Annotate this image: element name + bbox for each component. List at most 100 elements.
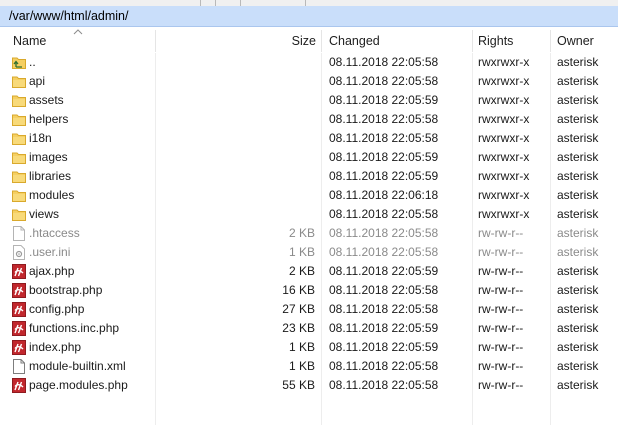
php-file-icon — [12, 302, 26, 317]
file-rights: rwxrwxr-x — [478, 169, 530, 183]
file-size — [200, 91, 315, 110]
file-size — [200, 53, 315, 72]
file-changed: 08.11.2018 22:05:58 — [329, 283, 439, 297]
column-header-changed[interactable]: Changed — [329, 27, 380, 53]
file-changed: 08.11.2018 22:05:59 — [329, 340, 439, 354]
xml-file-icon — [12, 359, 26, 374]
file-size — [200, 148, 315, 167]
file-changed: 08.11.2018 22:05:58 — [329, 112, 439, 126]
file-name: views — [29, 207, 60, 221]
file-row[interactable]: .htaccess 2 KB 08.11.2018 22:05:58 rw-rw… — [0, 224, 618, 243]
file-row[interactable]: libraries 08.11.2018 22:05:59 rwxrwxr-x … — [0, 167, 618, 186]
file-changed: 08.11.2018 22:05:58 — [329, 378, 439, 392]
file-changed: 08.11.2018 22:05:58 — [329, 245, 439, 259]
file-owner: asterisk — [557, 359, 599, 373]
file-row[interactable]: ajax.php 2 KB 08.11.2018 22:05:59 rw-rw-… — [0, 262, 618, 281]
file-row[interactable]: bootstrap.php 16 KB 08.11.2018 22:05:58 … — [0, 281, 618, 300]
file-row[interactable]: i18n 08.11.2018 22:05:58 rwxrwxr-x aster… — [0, 129, 618, 148]
php-file-icon — [12, 283, 26, 298]
file-changed: 08.11.2018 22:05:59 — [329, 169, 439, 183]
file-row[interactable]: module-builtin.xml 1 KB 08.11.2018 22:05… — [0, 357, 618, 376]
folder-icon — [12, 112, 26, 127]
file-rights: rw-rw-r-- — [478, 226, 524, 240]
file-name: functions.inc.php — [29, 321, 120, 335]
path-text: /var/www/html/admin/ — [9, 9, 129, 23]
file-row[interactable]: assets 08.11.2018 22:05:59 rwxrwxr-x ast… — [0, 91, 618, 110]
file-row[interactable]: page.modules.php 55 KB 08.11.2018 22:05:… — [0, 376, 618, 395]
file-changed: 08.11.2018 22:05:58 — [329, 302, 439, 316]
file-size — [200, 167, 315, 186]
file-rights: rwxrwxr-x — [478, 55, 530, 69]
file-row[interactable]: config.php 27 KB 08.11.2018 22:05:58 rw-… — [0, 300, 618, 319]
folder-icon — [12, 188, 26, 203]
file-rights: rwxrwxr-x — [478, 74, 530, 88]
folder-icon — [12, 131, 26, 146]
file-size — [200, 72, 315, 91]
file-owner: asterisk — [557, 112, 599, 126]
file-row[interactable]: index.php 1 KB 08.11.2018 22:05:59 rw-rw… — [0, 338, 618, 357]
file-changed: 08.11.2018 22:05:58 — [329, 226, 439, 240]
file-name: helpers — [29, 112, 69, 126]
column-header-owner[interactable]: Owner — [557, 27, 594, 53]
folder-icon — [12, 207, 26, 222]
file-row[interactable]: api 08.11.2018 22:05:58 rwxrwxr-x asteri… — [0, 72, 618, 91]
file-name: index.php — [29, 340, 82, 354]
file-name: .user.ini — [29, 245, 71, 259]
file-rights: rw-rw-r-- — [478, 264, 524, 278]
php-file-icon — [12, 340, 26, 355]
file-rights: rwxrwxr-x — [478, 188, 530, 202]
column-header: Name Size Changed Rights Owner — [0, 27, 618, 53]
file-rights: rwxrwxr-x — [478, 112, 530, 126]
file-changed: 08.11.2018 22:05:59 — [329, 150, 439, 164]
hidden-settings-file-icon — [12, 245, 26, 260]
file-row[interactable]: .user.ini 1 KB 08.11.2018 22:05:58 rw-rw… — [0, 243, 618, 262]
file-changed: 08.11.2018 22:05:59 — [329, 264, 439, 278]
file-changed: 08.11.2018 22:05:58 — [329, 131, 439, 145]
file-owner: asterisk — [557, 378, 599, 392]
file-row[interactable]: views 08.11.2018 22:05:58 rwxrwxr-x aste… — [0, 205, 618, 224]
file-name: ajax.php — [29, 264, 75, 278]
file-name: .. — [29, 55, 36, 69]
file-changed: 08.11.2018 22:05:59 — [329, 93, 439, 107]
file-owner: asterisk — [557, 74, 599, 88]
file-rights: rw-rw-r-- — [478, 340, 524, 354]
file-changed: 08.11.2018 22:05:58 — [329, 207, 439, 221]
file-owner: asterisk — [557, 150, 599, 164]
file-name: module-builtin.xml — [29, 359, 126, 373]
column-header-name[interactable]: Name — [13, 27, 46, 53]
file-rights: rwxrwxr-x — [478, 93, 530, 107]
file-size: 27 KB — [282, 302, 315, 316]
file-rights: rw-rw-r-- — [478, 302, 524, 316]
file-owner: asterisk — [557, 188, 599, 202]
file-rights: rwxrwxr-x — [478, 150, 530, 164]
file-size: 55 KB — [282, 378, 315, 392]
path-bar[interactable]: /var/www/html/admin/ — [0, 6, 618, 27]
file-owner: asterisk — [557, 131, 599, 145]
column-header-size[interactable]: Size — [200, 27, 316, 53]
file-rights: rw-rw-r-- — [478, 359, 524, 373]
folder-icon — [12, 169, 26, 184]
column-header-rights[interactable]: Rights — [478, 27, 513, 53]
file-name: bootstrap.php — [29, 283, 103, 297]
sort-ascending-icon — [73, 29, 83, 35]
file-row[interactable]: .. 08.11.2018 22:05:58 rwxrwxr-x asteris… — [0, 53, 618, 72]
file-row[interactable]: functions.inc.php 23 KB 08.11.2018 22:05… — [0, 319, 618, 338]
file-owner: asterisk — [557, 55, 599, 69]
file-name: assets — [29, 93, 64, 107]
file-size — [200, 205, 315, 224]
file-size: 23 KB — [282, 321, 315, 335]
file-owner: asterisk — [557, 264, 599, 278]
file-row[interactable]: helpers 08.11.2018 22:05:58 rwxrwxr-x as… — [0, 110, 618, 129]
file-owner: asterisk — [557, 302, 599, 316]
file-row[interactable]: modules 08.11.2018 22:06:18 rwxrwxr-x as… — [0, 186, 618, 205]
file-row[interactable]: images 08.11.2018 22:05:59 rwxrwxr-x ast… — [0, 148, 618, 167]
file-size: 2 KB — [288, 226, 315, 240]
file-size — [200, 129, 315, 148]
file-name: page.modules.php — [29, 378, 128, 392]
file-name: images — [29, 150, 68, 164]
file-owner: asterisk — [557, 283, 599, 297]
folder-icon — [12, 74, 26, 89]
file-name: modules — [29, 188, 75, 202]
hidden-file-icon — [12, 226, 26, 241]
php-file-icon — [12, 378, 26, 393]
